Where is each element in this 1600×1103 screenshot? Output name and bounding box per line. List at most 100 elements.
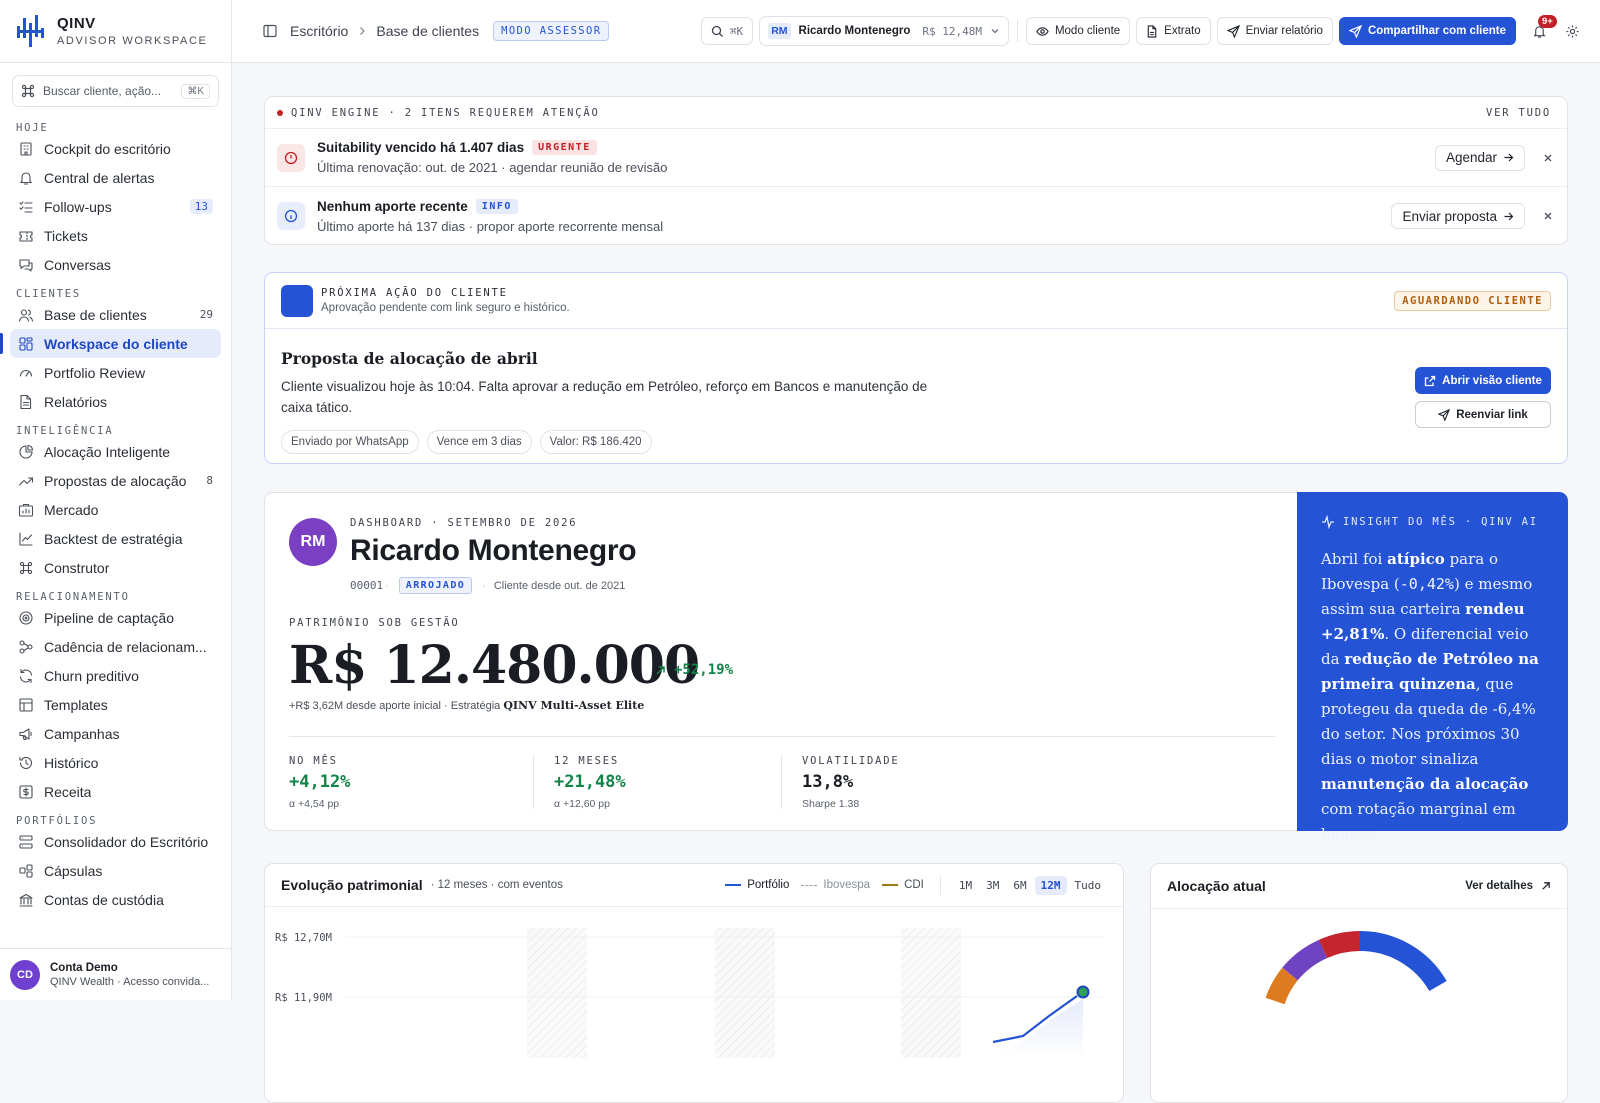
sidebar-item-propostas-de-alocacao[interactable]: Propostas de alocação8 — [10, 466, 221, 495]
nav-section-title: PORTFÓLIOS — [0, 806, 231, 827]
sidebar-item-contas-de-custodia[interactable]: Contas de custódia — [10, 885, 221, 914]
sidebar-item-construtor[interactable]: Construtor — [10, 553, 221, 582]
separator-dot: · — [385, 580, 389, 592]
sidebar-item-count: 8 — [206, 474, 213, 487]
sidebar-nav: HOJECockpit do escritórioCentral de aler… — [0, 113, 231, 914]
aum-change-value: +52,19% — [674, 662, 733, 678]
sidebar-item-label: Contas de custódia — [44, 892, 164, 908]
statement-button[interactable]: Extrato — [1136, 17, 1210, 45]
close-icon[interactable] — [1543, 153, 1553, 163]
see-all-link[interactable]: VER TUDO — [1486, 107, 1551, 119]
next-action-kicker: PRÓXIMA AÇÃO DO CLIENTE — [321, 287, 570, 299]
search-icon — [711, 25, 724, 38]
range-button-1m[interactable]: 1M — [953, 876, 978, 895]
sidebar-item-churn-preditivo[interactable]: Churn preditivo — [10, 661, 221, 690]
sidebar-item-pipeline-de-captacao[interactable]: Pipeline de captação — [10, 603, 221, 632]
legend-swatch — [725, 884, 741, 886]
breadcrumb-item-clients[interactable]: Base de clientes — [376, 23, 479, 39]
chart-icon — [18, 531, 34, 547]
global-search-button[interactable]: ⌘K — [701, 17, 753, 45]
sidebar-item-workspace-do-cliente[interactable]: Workspace do cliente — [10, 329, 221, 358]
chip-channel: Enviado por WhatsApp — [281, 430, 419, 454]
eye-icon — [1036, 25, 1049, 38]
see-details-link[interactable]: Ver detalhes — [1465, 880, 1551, 892]
arrow-up-right-icon — [1541, 881, 1551, 891]
client-mode-button[interactable]: Modo cliente — [1026, 17, 1130, 45]
legend-cdi[interactable]: CDI — [882, 879, 924, 891]
sidebar-item-label: Construtor — [44, 560, 109, 576]
send-icon — [1227, 25, 1240, 38]
share-with-client-button[interactable]: Compartilhar com cliente — [1339, 17, 1516, 45]
top-actions: ⌘K RM Ricardo Montenegro R$ 12,48M Modo … — [701, 16, 1580, 46]
resend-link-label: Reenviar link — [1456, 409, 1528, 421]
send-proposal-button[interactable]: Enviar proposta — [1391, 203, 1525, 229]
next-action-subtitle: Aprovação pendente com link seguro e his… — [321, 302, 570, 314]
legend-portfolio[interactable]: Portfólio — [725, 879, 789, 891]
sidebar-search-shortcut: ⌘K — [181, 84, 210, 99]
kpi-month: NO MÊS +4,12% α +4,54 pp — [289, 755, 531, 809]
risk-profile-badge: ARROJADO — [399, 577, 472, 594]
client-selector[interactable]: RM Ricardo Montenegro R$ 12,48M — [759, 16, 1009, 46]
sidebar-item-label: Workspace do cliente — [44, 336, 188, 352]
open-client-view-button[interactable]: Abrir visão cliente — [1415, 367, 1551, 394]
capsule-icon — [18, 863, 34, 879]
schedule-button[interactable]: Agendar — [1435, 145, 1525, 171]
insight-fragment: Abril foi — [1321, 550, 1387, 568]
donut-segment[interactable] — [1360, 941, 1438, 986]
range-button-12m[interactable]: 12M — [1035, 876, 1067, 895]
sidebar-item-cockpit-do-escritorio[interactable]: Cockpit do escritório — [10, 134, 221, 163]
sidebar-item-templates[interactable]: Templates — [10, 690, 221, 719]
sidebar-search[interactable]: Buscar cliente, ação... ⌘K — [12, 75, 219, 107]
range-button-tudo[interactable]: Tudo — [1069, 876, 1108, 895]
sidebar-item-alocacao-inteligente[interactable]: Alocação Inteligente — [10, 437, 221, 466]
breadcrumb-item-office[interactable]: Escritório — [290, 23, 348, 39]
sidebar-item-campanhas[interactable]: Campanhas — [10, 719, 221, 748]
sidebar-item-relatorios[interactable]: Relatórios — [10, 387, 221, 416]
donut-segment[interactable] — [1290, 949, 1323, 974]
sidebar-item-tickets[interactable]: Tickets — [10, 221, 221, 250]
legend-ibovespa[interactable]: Ibovespa — [801, 879, 870, 891]
latest-point-marker[interactable] — [1078, 987, 1089, 998]
sidebar-toggle-icon[interactable] — [262, 23, 278, 39]
sidebar-item-backtest-de-estrategia[interactable]: Backtest de estratégia — [10, 524, 221, 553]
sidebar-item-conversas[interactable]: Conversas — [10, 250, 221, 279]
range-button-6m[interactable]: 6M — [1007, 876, 1032, 895]
range-button-3m[interactable]: 3M — [980, 876, 1005, 895]
sidebar-item-count: 13 — [190, 199, 213, 214]
sidebar-item-label: Campanhas — [44, 726, 120, 742]
urgent-tag: URGENTE — [532, 140, 597, 155]
close-icon[interactable] — [1543, 211, 1553, 221]
sidebar-item-receita[interactable]: Receita — [10, 777, 221, 806]
user-account[interactable]: CD Conta Demo QINV Wealth · Acesso convi… — [0, 948, 231, 1000]
sidebar-item-base-de-clientes[interactable]: Base de clientes29 — [10, 300, 221, 329]
send-icon — [1438, 409, 1450, 421]
sidebar-item-consolidador-do-escritorio[interactable]: Consolidador do Escritório — [10, 827, 221, 856]
sidebar-item-mercado[interactable]: Mercado — [10, 495, 221, 524]
sidebar-item-capsulas[interactable]: Cápsulas — [10, 856, 221, 885]
sidebar-item-label: Central de alertas — [44, 170, 155, 186]
send-report-button[interactable]: Enviar relatório — [1217, 17, 1333, 45]
client-code: 00001 — [350, 579, 383, 592]
aum-label: PATRIMÔNIO SOB GESTÃO — [289, 617, 460, 629]
engine-alerts-title: QINV ENGINE · 2 ITENS REQUEREM ATENÇÃO — [291, 107, 600, 119]
sidebar-item-follow-ups[interactable]: Follow-ups 13 — [10, 192, 221, 221]
next-action-header: PRÓXIMA AÇÃO DO CLIENTE Aprovação penden… — [265, 273, 1567, 329]
divider — [1017, 20, 1018, 42]
resend-link-button[interactable]: Reenviar link — [1415, 401, 1551, 428]
arrow-right-icon — [1503, 152, 1514, 163]
gauge-icon — [18, 365, 34, 381]
statement-label: Extrato — [1164, 25, 1200, 37]
settings-button[interactable] — [1565, 24, 1580, 39]
sidebar-item-label: Follow-ups — [44, 199, 112, 215]
sidebar-item-portfolio-review[interactable]: Portfolio Review — [10, 358, 221, 387]
notifications-button[interactable]: 9+ — [1532, 24, 1547, 39]
sidebar-item-label: Cadência de relacionam... — [44, 639, 207, 655]
sidebar-item-cadencia-de-relacionam[interactable]: Cadência de relacionam... — [10, 632, 221, 661]
donut-segment[interactable] — [1323, 941, 1360, 949]
info-icon — [284, 209, 298, 223]
brand[interactable]: QINV ADVISOR WORKSPACE — [0, 0, 231, 63]
sidebar-item-historico[interactable]: Histórico — [10, 748, 221, 777]
sidebar-item-central-de-alertas[interactable]: Central de alertas — [10, 163, 221, 192]
donut-segment[interactable] — [1275, 974, 1290, 1001]
search-shortcut: ⌘K — [730, 25, 743, 38]
